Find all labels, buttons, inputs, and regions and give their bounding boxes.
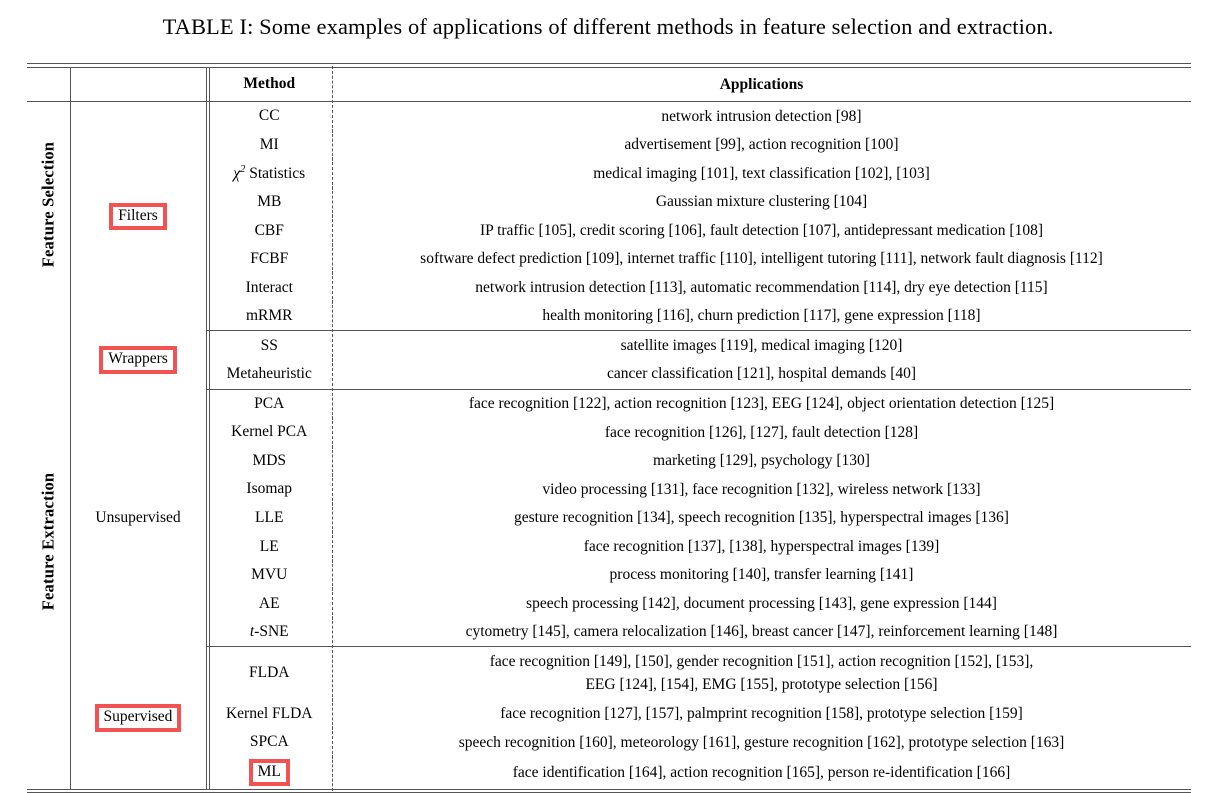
- applications-cell: satellite images [119], medical imaging …: [620, 336, 903, 354]
- applications-cell: Gaussian mixture clustering [104]: [655, 193, 868, 211]
- method-cell: t-SNE: [206, 615, 333, 649]
- method-cell: FLDA: [206, 644, 333, 701]
- method-cell: MDS: [206, 444, 333, 477]
- applications-cell: network intrusion detection [113], autom…: [475, 278, 1048, 296]
- applications-cell: software defect prediction [109], intern…: [420, 250, 1103, 268]
- group-label-highlight-filters: Filters: [109, 202, 167, 231]
- side-label-feature_extraction: Feature Extraction: [27, 389, 71, 790]
- header-group-spacer: [70, 67, 209, 103]
- applications-line: face recognition [149], [150], gender re…: [489, 652, 1034, 670]
- group-label-filters: Filters: [70, 101, 209, 331]
- column-header-method: Method: [206, 65, 333, 103]
- table-row: Supervised FLDA face recognition [149], [1…: [27, 644, 1191, 790]
- applications-cell: network intrusion detection [98]: [661, 107, 862, 125]
- method-cell: MI: [206, 128, 333, 161]
- method-cell: Isomap: [206, 473, 333, 506]
- side-label-text: Feature Selection: [38, 141, 58, 267]
- column-header-applications: Applications: [332, 67, 1191, 103]
- table-bottom-rule-row: [27, 788, 1191, 793]
- applications-cell: face identification [164], action recogn…: [512, 763, 1011, 781]
- group-label-text: Wrappers: [108, 350, 168, 368]
- applications-line: EEG [124], [154], EMG [155], prototype s…: [585, 676, 938, 694]
- method-cell: Kernel FLDA: [206, 697, 333, 730]
- method-cell: mRMR: [206, 299, 333, 333]
- group-label-text: Filters: [118, 206, 158, 224]
- method-cell: Metaheuristic: [206, 357, 333, 391]
- table-header-row: Method Applications: [27, 65, 1191, 103]
- table-row: Feature Selection Filters CC network intrus…: [27, 99, 1191, 390]
- table-caption: TABLE I: Some examples of applications o…: [162, 14, 1054, 39]
- side-label-text: Feature Extraction: [38, 472, 58, 611]
- method-cell: MVU: [206, 558, 333, 591]
- method-cell: ML: [206, 754, 333, 791]
- group-label-text: Supervised: [103, 708, 173, 726]
- applications-table: Method Applications Feature Selection Filte…: [27, 63, 1191, 793]
- method-cell: PCA: [206, 387, 333, 420]
- applications-cell: advertisement [99], action recognition […: [624, 136, 899, 154]
- side-label-feature_selection: Feature Selection: [27, 101, 71, 390]
- applications-cell: health monitoring [116], churn predictio…: [332, 301, 1191, 332]
- header-side-spacer: [27, 67, 71, 103]
- method-cell: LLE: [206, 501, 333, 534]
- applications-cell: cytometry [145], camera relocalization […: [332, 617, 1191, 648]
- applications-cell: face recognition [127], [157], palmprint…: [500, 705, 1023, 723]
- method-cell: CC: [206, 99, 333, 133]
- table-page: TABLE I: Some examples of applications o…: [0, 0, 1216, 793]
- applications-cell: speech recognition [160], meteorology [1…: [458, 733, 1065, 751]
- applications-cell: IP traffic [105], credit scoring [106], …: [480, 221, 1043, 239]
- applications-cell: face recognition [122], action recogniti…: [468, 395, 1055, 413]
- method-highlight: ML: [248, 759, 290, 787]
- group-label-highlight-wrappers: Wrappers: [99, 346, 177, 374]
- method-cell: SPCA: [206, 726, 333, 759]
- table-bottom-rule: [27, 788, 1191, 793]
- table-row: Feature Extraction Unsupervised PCA face re…: [27, 387, 1191, 790]
- applications-cell: gesture recognition [134], speech recogn…: [514, 509, 1009, 527]
- group-label-highlight-supervised: Supervised: [94, 704, 182, 732]
- applications-cell: face recognition [137], [138], hyperspec…: [583, 537, 940, 555]
- group-label-text: Unsupervised: [95, 508, 181, 526]
- group-label-unsupervised: Unsupervised: [70, 389, 209, 647]
- applications-cell: process monitoring [140], transfer learn…: [609, 566, 914, 584]
- method-cell: CBF: [206, 214, 333, 247]
- applications-cell: cancer classification [121], hospital de…: [332, 359, 1191, 390]
- method-cell: χ2 Statistics: [206, 157, 333, 190]
- method-cell: Kernel PCA: [206, 416, 333, 449]
- method-cell: MB: [206, 185, 333, 218]
- group-label-wrappers: Wrappers: [70, 330, 209, 390]
- method-cell: AE: [206, 587, 333, 620]
- applications-cell: face recognition [126], [127], fault det…: [604, 423, 919, 441]
- method-cell: LE: [206, 530, 333, 563]
- applications-cell: marketing [129], psychology [130]: [653, 452, 870, 470]
- applications-cell: video processing [131], face recognition…: [542, 480, 981, 498]
- method-cell: SS: [206, 328, 333, 362]
- applications-cell: medical imaging [101], text classificati…: [593, 164, 930, 182]
- applications-cell: speech processing [142], document proces…: [526, 594, 997, 612]
- method-cell: Interact: [206, 271, 333, 304]
- group-label-supervised: Supervised: [70, 646, 209, 790]
- table-row: Wrappers SS satellite images [119], medica…: [27, 328, 1191, 390]
- table-container: Method Applications Feature Selection Filte…: [27, 63, 1191, 793]
- method-cell: FCBF: [206, 242, 333, 275]
- applications-cell: face recognition [149], [150], gender re…: [332, 647, 1191, 700]
